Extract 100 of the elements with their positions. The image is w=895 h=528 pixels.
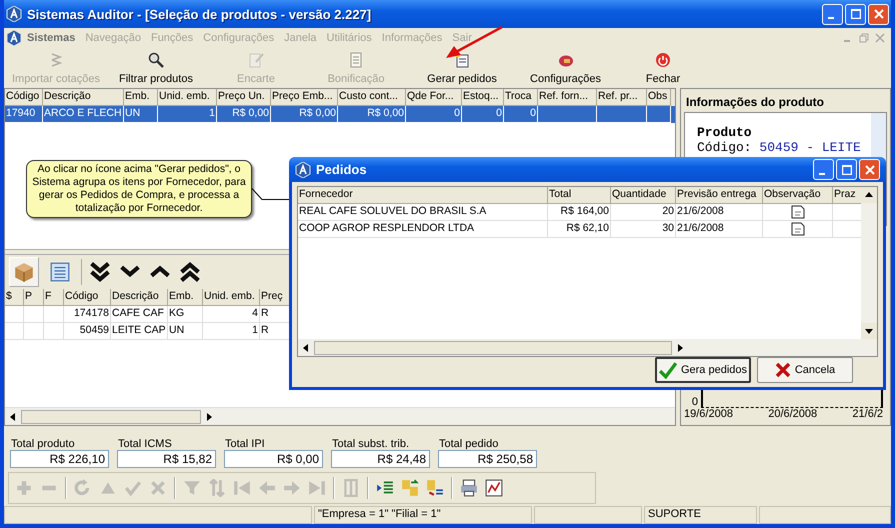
- total-field[interactable]: R$ 226,10: [10, 450, 109, 468]
- close-button[interactable]: [859, 159, 880, 180]
- printer-icon[interactable]: [460, 479, 478, 497]
- power-icon: [655, 52, 671, 68]
- close-button[interactable]: [868, 4, 889, 24]
- scroll-right-icon[interactable]: [205, 412, 213, 420]
- cancel-button[interactable]: Cancela: [757, 357, 853, 383]
- scroll-up-icon[interactable]: [865, 191, 873, 199]
- chart-icon[interactable]: [485, 479, 503, 497]
- minimize-icon: [819, 172, 825, 174]
- table-cell: 20: [611, 204, 676, 221]
- maximize-button[interactable]: [836, 159, 857, 180]
- scroll-left-icon[interactable]: [9, 412, 17, 420]
- minimize-button[interactable]: [822, 4, 843, 24]
- column-header[interactable]: Descrição: [111, 289, 168, 306]
- toolbar-button[interactable]: Fechar: [613, 50, 713, 88]
- list-export-icon[interactable]: [426, 479, 444, 497]
- column-header[interactable]: Código: [64, 289, 111, 306]
- field-label: Total IPI: [224, 438, 266, 450]
- table-cell: KG: [168, 306, 203, 323]
- table-cell: 1: [158, 106, 217, 123]
- axis-tick-label: 19/6/2008: [684, 408, 733, 420]
- list-icon: [49, 261, 71, 283]
- menu-item[interactable]: Sistemas: [22, 32, 80, 44]
- field-label: Total pedido: [438, 438, 500, 450]
- horizontal-scrollbar[interactable]: [297, 339, 878, 357]
- column-header[interactable]: Fornecedor: [298, 187, 548, 204]
- callout: Ao clicar no ícone acima "Gerar pedidos", o Sistema agrupa os itens por Fornecedor, para gerar os Pedidos de Compra, e processa a totalização por Fornecedor.: [26, 160, 252, 218]
- table-cell: [24, 323, 44, 340]
- column-header[interactable]: Previsão entrega: [676, 187, 763, 204]
- note-icon[interactable]: [790, 205, 804, 219]
- table-cell: [597, 106, 647, 123]
- code-value: 50459 - LEITE: [759, 140, 861, 155]
- table-cell: 21/6/2008: [676, 221, 763, 238]
- note-icon[interactable]: [790, 222, 804, 236]
- field-label: Total produto: [10, 438, 76, 450]
- search-icon: [148, 52, 164, 68]
- table-cell: LEITE CAP: [111, 323, 168, 340]
- column-header[interactable]: Total: [548, 187, 611, 204]
- minimize-icon: [828, 17, 834, 19]
- maximize-button[interactable]: [845, 4, 866, 24]
- table-cell: R$ 0,00: [338, 106, 406, 123]
- app-logo-icon: [295, 162, 311, 178]
- column-header[interactable]: $: [5, 289, 24, 306]
- maximize-icon: [842, 164, 852, 174]
- total-field[interactable]: R$ 15,82: [117, 450, 216, 468]
- column-header[interactable]: P: [24, 289, 44, 306]
- field-label: Total ICMS: [117, 438, 173, 450]
- table-cell: 17940: [5, 106, 43, 123]
- table-cell: 30: [611, 221, 676, 238]
- table-cell: [647, 106, 671, 123]
- toolbar-button[interactable]: Filtrar produtos: [106, 50, 206, 88]
- document-pencil-icon: [248, 52, 264, 68]
- double-chevron-down-icon[interactable]: [88, 260, 112, 284]
- total-field[interactable]: R$ 0,00: [224, 450, 323, 468]
- double-chevron-up-icon[interactable]: [178, 260, 202, 284]
- box-view-button[interactable]: [9, 257, 39, 287]
- scroll-left-icon[interactable]: [302, 344, 310, 352]
- check-icon: [658, 361, 677, 379]
- table-cell: 0: [504, 106, 538, 123]
- vertical-scrollbar[interactable]: [861, 187, 877, 339]
- minimize-button[interactable]: [813, 159, 834, 180]
- table-cell: R$ 0,00: [217, 106, 271, 123]
- table-cell: R$ 0,00: [271, 106, 338, 123]
- window-title: Sistemas Auditor - [Seleção de produtos - versão 2.227]: [27, 6, 372, 22]
- axis-tick-label: 21/6/2: [852, 408, 883, 420]
- toolbar-button[interactable]: Configurações: [518, 50, 613, 88]
- app-logo-icon: [6, 6, 22, 22]
- total-field[interactable]: R$ 250,58: [438, 450, 537, 468]
- confirm-button[interactable]: Gera pedidos: [655, 357, 751, 383]
- table-cell: 0: [406, 106, 462, 123]
- scroll-down-icon[interactable]: [865, 327, 873, 335]
- status-panel: "Empresa = 1" "Filial = 1": [314, 506, 532, 524]
- axis-tick-label: 0: [690, 396, 698, 408]
- column-header[interactable]: Unid. emb.: [203, 289, 260, 306]
- axis-tick-label: 20/6/2008: [768, 408, 818, 420]
- box-icon: [13, 261, 35, 283]
- column-header[interactable]: Quantidade: [611, 187, 676, 204]
- total-field[interactable]: R$ 24,48: [331, 450, 430, 468]
- table-cell: UN: [124, 106, 158, 123]
- column-header[interactable]: F: [44, 289, 64, 306]
- table-cell: ARCO E FLECH: [43, 106, 124, 123]
- info-heading: Produto: [697, 125, 752, 140]
- scroll-right-icon[interactable]: [676, 344, 684, 352]
- table-cell: REAL CAFE SOLUVEL DO BRASIL S.A: [298, 204, 548, 221]
- column-header[interactable]: Emb.: [168, 289, 203, 306]
- table-row[interactable]: 17940 ARCO E FLECH UN 1 R$ 0,00 R$ 0,00 R$ 0,00 0 0 0: [5, 106, 675, 123]
- swap-icon[interactable]: [401, 479, 419, 497]
- table-cell: 174178: [64, 306, 111, 323]
- table-cell: R$ 62,10: [548, 221, 611, 238]
- dialog-title: Pedidos: [316, 162, 368, 177]
- maximize-icon: [850, 9, 860, 19]
- table-cell: 4: [203, 306, 260, 323]
- table-cell: [44, 323, 64, 340]
- panel-title: Informações do produto: [685, 94, 825, 111]
- table-cell: [538, 106, 597, 123]
- column-header[interactable]: Observação: [763, 187, 833, 204]
- table-cell: [24, 306, 44, 323]
- app-logo-icon: [6, 30, 22, 46]
- code-label: Código:: [697, 140, 752, 155]
